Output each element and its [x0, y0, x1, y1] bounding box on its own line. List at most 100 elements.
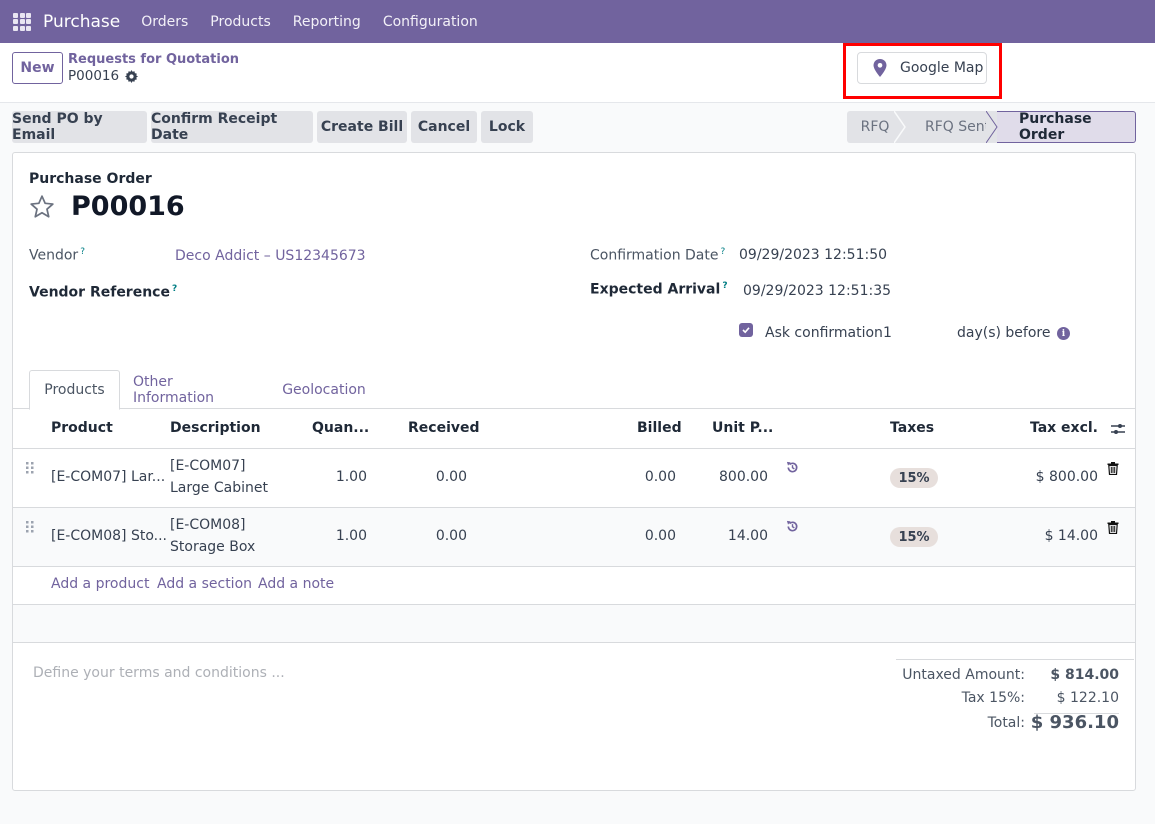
add-product-link[interactable]: Add a product	[51, 576, 149, 592]
expected-arrival-field[interactable]: 09/29/2023 12:51:35	[743, 283, 891, 299]
stage-rfq[interactable]: RFQ	[847, 111, 906, 143]
cell-unit-price[interactable]: 14.00	[728, 528, 768, 544]
table-header: Product Description Quan... Received Bil…	[13, 409, 1135, 449]
reset-price-icon[interactable]	[786, 461, 799, 474]
gear-icon[interactable]	[125, 69, 139, 83]
google-map-label: Google Map	[900, 60, 984, 76]
column-billed[interactable]: Billed	[637, 420, 682, 436]
menu-configuration[interactable]: Configuration	[372, 14, 489, 30]
notebook-tabs: Products Other Information Geolocation	[13, 370, 1135, 410]
stage-separator-icon	[986, 111, 998, 143]
cell-quantity[interactable]: 1.00	[336, 469, 367, 485]
cell-product[interactable]: [E-COM08] Sto...	[51, 528, 167, 544]
cell-description-code[interactable]: [E-COM08]	[170, 517, 246, 533]
column-description[interactable]: Description	[170, 420, 261, 436]
stage-rfq-label: RFQ	[860, 119, 890, 135]
star-icon[interactable]	[29, 194, 55, 220]
tax-badge[interactable]: 15%	[890, 468, 938, 488]
ask-confirmation-label: Ask confirmation	[765, 325, 883, 341]
confirmation-date-field[interactable]: 09/29/2023 12:51:50	[739, 247, 887, 263]
reminder-days-input[interactable]: 1	[883, 325, 943, 341]
column-taxes[interactable]: Taxes	[890, 420, 934, 436]
record-type-label: Purchase Order	[29, 171, 152, 187]
add-section-link[interactable]: Add a section	[157, 576, 252, 592]
cell-description-name[interactable]: Large Cabinet	[170, 480, 268, 496]
cell-quantity[interactable]: 1.00	[336, 528, 367, 544]
cell-description-code[interactable]: [E-COM07]	[170, 458, 246, 474]
stage-purchase-order[interactable]: Purchase Order	[997, 111, 1136, 143]
tab-other-information[interactable]: Other Information	[133, 370, 255, 409]
expected-arrival-label: Expected Arrival?	[590, 281, 728, 298]
tax-value: $ 122.10	[1056, 690, 1119, 706]
column-unit-price[interactable]: Unit P...	[712, 420, 773, 436]
ask-confirmation-checkbox[interactable]	[739, 323, 753, 337]
tab-geolocation[interactable]: Geolocation	[275, 370, 373, 409]
reset-price-icon[interactable]	[786, 520, 799, 533]
status-bar: Send PO by Email Confirm Receipt Date Cr…	[0, 103, 1155, 153]
top-navbar: Purchase Orders Products Reporting Confi…	[0, 0, 1155, 43]
total-label: Total:	[987, 715, 1025, 731]
lock-button[interactable]: Lock	[481, 111, 533, 143]
cell-unit-price[interactable]: 800.00	[719, 469, 768, 485]
cell-subtotal: $ 14.00	[1044, 528, 1098, 544]
stage-rfq-sent[interactable]: RFQ Sent	[905, 111, 998, 143]
add-note-link[interactable]: Add a note	[258, 576, 334, 592]
expected-arrival-label-text: Expected Arrival	[590, 281, 721, 298]
column-quantity[interactable]: Quan...	[312, 420, 369, 436]
vendor-reference-label-text: Vendor Reference	[29, 284, 170, 301]
breadcrumb-parent-link[interactable]: Requests for Quotation	[68, 52, 239, 67]
menu-products[interactable]: Products	[199, 14, 281, 30]
cell-received[interactable]: 0.00	[436, 469, 467, 485]
help-icon[interactable]: ?	[80, 247, 85, 257]
record-name: P00016	[71, 191, 185, 222]
tab-products[interactable]: Products	[29, 370, 120, 410]
total-value: $ 936.10	[1030, 712, 1119, 733]
help-icon[interactable]: ?	[721, 247, 726, 257]
trash-icon[interactable]	[1107, 462, 1119, 475]
status-stages: RFQ RFQ Sent Purchase Order	[847, 111, 1136, 143]
column-received[interactable]: Received	[408, 420, 480, 436]
cell-billed[interactable]: 0.00	[645, 469, 676, 485]
column-product[interactable]: Product	[51, 420, 113, 436]
cancel-button[interactable]: Cancel	[411, 111, 477, 143]
column-tax-excl[interactable]: Tax excl.	[1030, 420, 1098, 436]
apps-grid-icon[interactable]	[13, 12, 31, 31]
confirm-receipt-date-button[interactable]: Confirm Receipt Date	[151, 111, 313, 143]
menu-orders[interactable]: Orders	[130, 14, 199, 30]
vendor-label: Vendor?	[29, 247, 85, 264]
tax-badge[interactable]: 15%	[890, 527, 938, 547]
stage-purchase-order-label: Purchase Order	[1019, 111, 1092, 143]
cell-product[interactable]: [E-COM07] Lar...	[51, 469, 165, 485]
menu-reporting[interactable]: Reporting	[282, 14, 372, 30]
table-row[interactable]: [E-COM08] Sto... [E-COM08] Storage Box 1…	[13, 508, 1135, 567]
new-button[interactable]: New	[12, 52, 63, 84]
breadcrumb-current: P00016	[68, 68, 139, 84]
untaxed-amount-value: $ 814.00	[1050, 667, 1119, 683]
cell-received[interactable]: 0.00	[436, 528, 467, 544]
terms-and-conditions-input[interactable]: Define your terms and conditions ...	[33, 665, 285, 681]
form-sheet: Purchase Order P00016 Vendor? Deco Addic…	[12, 152, 1136, 791]
info-icon[interactable]: i	[1057, 327, 1070, 340]
create-bill-button[interactable]: Create Bill	[317, 111, 407, 143]
vendor-reference-field[interactable]	[175, 284, 555, 304]
google-map-button[interactable]: Google Map	[857, 52, 987, 84]
vendor-label-text: Vendor	[29, 247, 79, 264]
empty-row	[13, 605, 1135, 643]
vendor-field[interactable]: Deco Addict – US12345673	[175, 248, 366, 264]
app-name[interactable]: Purchase	[43, 12, 120, 32]
optional-columns-icon[interactable]	[1111, 422, 1125, 436]
confirmation-date-label-text: Confirmation Date	[590, 247, 719, 264]
confirmation-date-label: Confirmation Date?	[590, 247, 725, 264]
untaxed-amount-label: Untaxed Amount:	[902, 667, 1025, 683]
send-po-email-button[interactable]: Send PO by Email	[12, 111, 147, 143]
cell-billed[interactable]: 0.00	[645, 528, 676, 544]
drag-handle-icon[interactable]	[26, 462, 34, 474]
stage-rfq-sent-label: RFQ Sent	[925, 119, 991, 135]
days-before-label: day(s) before	[957, 325, 1051, 341]
add-line-row: Add a product Add a section Add a note	[13, 567, 1135, 605]
trash-icon[interactable]	[1107, 521, 1119, 534]
cell-description-name[interactable]: Storage Box	[170, 539, 255, 555]
drag-handle-icon[interactable]	[26, 521, 34, 533]
help-icon[interactable]: ?	[722, 281, 727, 291]
table-row[interactable]: [E-COM07] Lar... [E-COM07] Large Cabinet…	[13, 449, 1135, 508]
